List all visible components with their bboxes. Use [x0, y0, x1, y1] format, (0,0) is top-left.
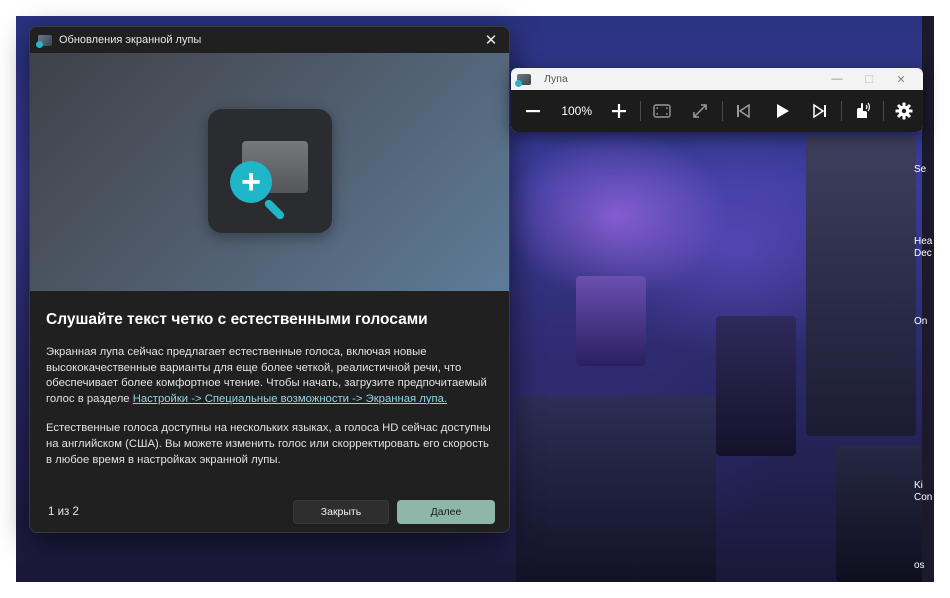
- magnifier-app-icon: [515, 73, 531, 87]
- settings-link[interactable]: Настройки -> Специальные возможности -> …: [133, 393, 447, 405]
- maximize-icon: ☐: [864, 73, 874, 86]
- toolbar-separator: [840, 101, 842, 121]
- dialog-footer: 1 из 2 Закрыть Далее: [30, 492, 509, 532]
- desktop-icon-label[interactable]: os: [914, 560, 925, 571]
- magnifier-toolbar: 100%: [511, 90, 923, 132]
- close-icon[interactable]: ✕: [885, 73, 917, 86]
- magnifier-app-icon: [36, 34, 52, 48]
- desktop-icon-label[interactable]: On: [914, 316, 927, 327]
- magnifier-handle: [263, 198, 286, 221]
- wallpaper-rock: [836, 446, 926, 582]
- wallpaper-rock: [516, 396, 716, 582]
- fullscreen-view-icon[interactable]: [643, 90, 680, 132]
- toolbar-separator: [882, 101, 884, 121]
- desktop-icon-label[interactable]: Hea: [914, 236, 932, 247]
- play-icon[interactable]: [762, 90, 801, 132]
- minimize-icon[interactable]: —: [821, 73, 853, 85]
- plus-icon[interactable]: [599, 90, 638, 132]
- magnifier-illustration: +: [208, 109, 332, 233]
- magnifier-updates-dialog: Обновления экранной лупы ✕ + Слушайте те…: [29, 26, 510, 533]
- hero-banner: +: [30, 53, 509, 291]
- next-icon[interactable]: [801, 90, 838, 132]
- desktop-icon-label[interactable]: Ki: [914, 480, 923, 491]
- wallpaper-rock: [806, 136, 916, 436]
- previous-icon[interactable]: [725, 90, 762, 132]
- magnifier-plus-icon: +: [230, 161, 272, 203]
- magnifier-window: Лупа — ☐ ✕ 100%: [511, 68, 923, 132]
- paragraph-1: Экранная лупа сейчас предлагает естестве…: [46, 345, 493, 407]
- toolbar-separator: [721, 101, 723, 121]
- desktop-icon-strip: Se Hea Dec On Ki Con os: [914, 16, 934, 582]
- paragraph-2: Естественные голоса доступны на нескольк…: [46, 422, 491, 466]
- magnifier-title: Лупа: [544, 73, 568, 85]
- desktop-icon-label[interactable]: Se: [914, 164, 926, 175]
- wallpaper-rock: [716, 316, 796, 456]
- zoom-level: 100%: [561, 104, 593, 118]
- desktop-icon-label[interactable]: Dec: [914, 248, 932, 259]
- gear-icon[interactable]: [886, 90, 923, 132]
- minus-icon[interactable]: [511, 90, 554, 132]
- resize-icon[interactable]: [681, 90, 720, 132]
- wallpaper-rock: [576, 276, 646, 366]
- next-button[interactable]: Далее: [397, 500, 495, 524]
- page-indicator: 1 из 2: [48, 506, 79, 518]
- dialog-titlebar[interactable]: Обновления экранной лупы ✕: [30, 27, 509, 53]
- read-from-here-icon[interactable]: [844, 90, 881, 132]
- magnifier-titlebar[interactable]: Лупа — ☐ ✕: [511, 68, 923, 90]
- close-icon[interactable]: ✕: [481, 30, 501, 50]
- dialog-content: Слушайте текст четко с естественными гол…: [30, 291, 509, 468]
- dialog-heading: Слушайте текст четко с естественными гол…: [46, 311, 428, 328]
- toolbar-separator: [640, 101, 642, 121]
- close-button[interactable]: Закрыть: [293, 500, 389, 524]
- desktop-icon-label[interactable]: Con: [914, 492, 932, 503]
- dialog-title: Обновления экранной лупы: [59, 34, 202, 46]
